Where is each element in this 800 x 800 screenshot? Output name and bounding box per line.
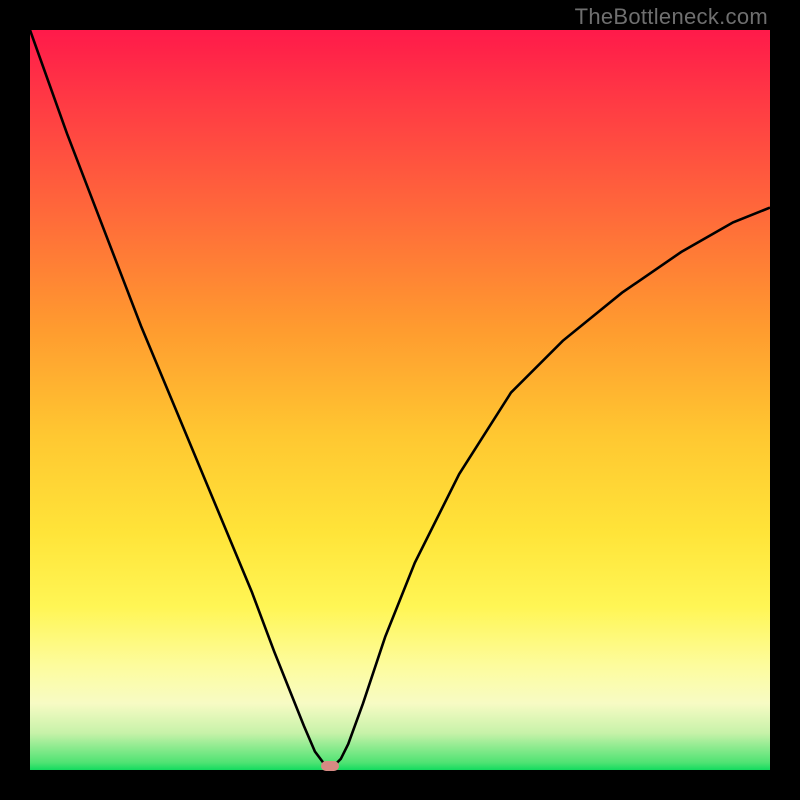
plot-area bbox=[30, 30, 770, 770]
curve-svg bbox=[30, 30, 770, 770]
watermark-text: TheBottleneck.com bbox=[575, 4, 768, 30]
chart-frame: TheBottleneck.com bbox=[0, 0, 800, 800]
bottleneck-curve bbox=[30, 30, 770, 766]
optimal-point-marker bbox=[321, 761, 339, 771]
